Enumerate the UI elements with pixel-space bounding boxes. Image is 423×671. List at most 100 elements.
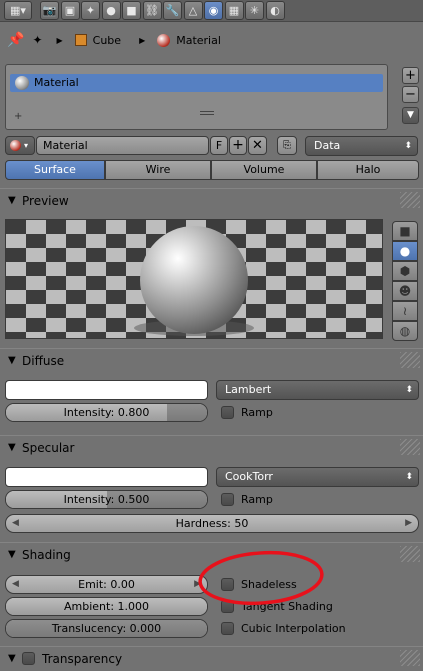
diffuse-shader-select[interactable]: Lambert ⬍: [216, 380, 419, 400]
slot-expand-icon[interactable]: +: [14, 111, 22, 122]
slot-specials-button[interactable]: ▼: [402, 107, 419, 124]
hardness-field[interactable]: ◀ Hardness: 50 ▶: [5, 514, 419, 533]
material-browse-button[interactable]: ▾: [5, 136, 35, 155]
preview-sphere-button[interactable]: ●: [392, 241, 418, 261]
emit-field[interactable]: ◀ Emit: 0.00 ▶: [5, 575, 208, 594]
context-tab-physics[interactable]: ◐: [265, 1, 285, 20]
context-tab-constraints[interactable]: ⛓: [142, 1, 162, 20]
panel-title: Specular: [22, 441, 75, 455]
copy-icon: ⎘: [283, 140, 291, 151]
context-tab-data[interactable]: △: [183, 1, 203, 20]
material-slot-list[interactable]: Material +: [5, 64, 388, 130]
panel-header-diffuse[interactable]: ▼ Diffuse: [0, 348, 423, 372]
chevron-down-icon: ▾: [24, 141, 29, 150]
copy-material-button[interactable]: ⎘: [277, 136, 297, 155]
tab-halo[interactable]: Halo: [317, 160, 419, 180]
specular-color-swatch[interactable]: [5, 467, 208, 487]
panel-drag-grip[interactable]: [400, 439, 420, 455]
context-tab-render-layers[interactable]: ▣: [60, 1, 80, 20]
panel-drag-grip[interactable]: [400, 352, 420, 368]
preview-sky-button[interactable]: ◍: [392, 321, 418, 341]
material-icon: [157, 33, 171, 47]
cubic-interpolation-checkbox[interactable]: [221, 622, 234, 635]
tab-surface-label: Surface: [34, 163, 76, 176]
context-tab-scene[interactable]: ✦: [81, 1, 100, 20]
collapse-arrow-icon: ▼: [8, 195, 16, 206]
tab-wire[interactable]: Wire: [105, 160, 211, 180]
panel-drag-grip[interactable]: [400, 192, 420, 208]
breadcrumb-object[interactable]: Cube: [93, 34, 121, 47]
resize-grip-icon[interactable]: [200, 111, 214, 115]
translucency-slider[interactable]: Translucency: 0.000: [5, 619, 208, 638]
specular-ramp-checkbox[interactable]: [221, 493, 234, 506]
decrement-arrow-icon[interactable]: ◀: [12, 515, 19, 532]
panel-header-specular[interactable]: ▼ Specular: [0, 435, 423, 459]
updown-arrow-icon: ⬍: [405, 385, 413, 395]
minus-icon: −: [405, 87, 416, 102]
emit-label: Emit: 0.00: [78, 578, 135, 591]
collapse-arrow-icon: ▼: [8, 653, 16, 664]
panel-header-preview[interactable]: ▼ Preview: [0, 188, 423, 212]
preview-cube-button[interactable]: ⬢: [392, 261, 418, 281]
object-icon: ■: [126, 4, 137, 17]
editor-type-menu[interactable]: ▦▾: [4, 1, 32, 20]
preview-monkey-button[interactable]: ☻: [392, 281, 418, 301]
context-tab-object[interactable]: ■: [122, 1, 141, 20]
new-material-button[interactable]: +: [229, 136, 247, 155]
sky-icon: ◍: [399, 324, 411, 338]
updown-arrow-icon: ⬍: [405, 472, 413, 482]
material-name-text: Material: [43, 139, 88, 152]
down-arrow-icon: ▼: [407, 110, 414, 120]
preview-hair-button[interactable]: ≀: [392, 301, 418, 321]
collapse-arrow-icon: ▼: [8, 355, 16, 366]
context-tab-texture[interactable]: ▦: [224, 1, 244, 20]
world-icon: ●: [106, 4, 116, 17]
breadcrumb: 📌 ✦ ▶ Cube ▶ Material: [0, 24, 423, 56]
context-tab-world[interactable]: ●: [101, 1, 121, 20]
ambient-slider[interactable]: Ambient: 1.000: [5, 597, 208, 616]
transparency-checkbox[interactable]: [22, 652, 35, 665]
context-tab-particles[interactable]: ✳: [245, 1, 264, 20]
tab-volume-label: Volume: [243, 163, 285, 176]
remove-slot-button[interactable]: −: [402, 86, 419, 103]
panel-title: Preview: [22, 194, 69, 208]
plane-icon: ■: [399, 224, 411, 238]
breadcrumb-material[interactable]: Material: [176, 34, 221, 47]
context-tab-material[interactable]: ◉: [204, 1, 223, 20]
unlink-material-button[interactable]: ✕: [248, 136, 267, 155]
monkey-icon: ☻: [398, 284, 412, 298]
diffuse-ramp-checkbox[interactable]: [221, 406, 234, 419]
tab-surface[interactable]: Surface: [5, 160, 105, 180]
modifiers-icon: 🔧: [165, 4, 180, 17]
material-name-field[interactable]: Material: [36, 136, 209, 155]
panel-drag-grip[interactable]: [400, 650, 420, 666]
decrement-arrow-icon[interactable]: ◀: [12, 576, 19, 593]
diffuse-intensity-slider[interactable]: Intensity: 0.800: [5, 403, 208, 422]
add-slot-button[interactable]: +: [402, 67, 419, 84]
link-type-select[interactable]: Data ⬍: [305, 136, 418, 156]
constraints-icon: ⛓: [145, 4, 159, 17]
properties-context-bar: ▦▾ 📷 ▣ ✦ ● ■ ⛓ 🔧 △ ◉ ▦ ✳ ◐: [0, 0, 423, 22]
specular-shader-select[interactable]: CookTorr ⬍: [216, 467, 419, 487]
material-slot-row[interactable]: Material: [10, 74, 383, 92]
cube-icon: [74, 34, 87, 46]
context-tab-modifiers[interactable]: 🔧: [163, 1, 182, 20]
slider-rest: [166, 404, 207, 421]
fake-user-button[interactable]: F: [210, 136, 228, 155]
diffuse-color-swatch[interactable]: [5, 380, 208, 400]
particles-icon: ✳: [249, 4, 260, 17]
increment-arrow-icon[interactable]: ▶: [405, 515, 412, 532]
preview-flat-button[interactable]: ■: [392, 221, 418, 241]
tab-volume[interactable]: Volume: [211, 160, 317, 180]
sphere-icon: ●: [399, 244, 411, 258]
link-type-value: Data: [314, 139, 341, 152]
pin-icon[interactable]: 📌: [7, 32, 24, 48]
scene-icon: ✦: [85, 4, 96, 17]
plus-icon: +: [405, 68, 416, 83]
scene-icon: ✦: [32, 33, 43, 47]
context-tab-render-camera[interactable]: 📷: [40, 1, 59, 20]
slider-label: Translucency: 0.000: [51, 622, 162, 635]
specular-intensity-slider[interactable]: Intensity: 0.500: [5, 490, 208, 509]
panel-drag-grip[interactable]: [400, 546, 420, 562]
panel-header-transparency[interactable]: ▼ Transparency: [0, 646, 423, 670]
